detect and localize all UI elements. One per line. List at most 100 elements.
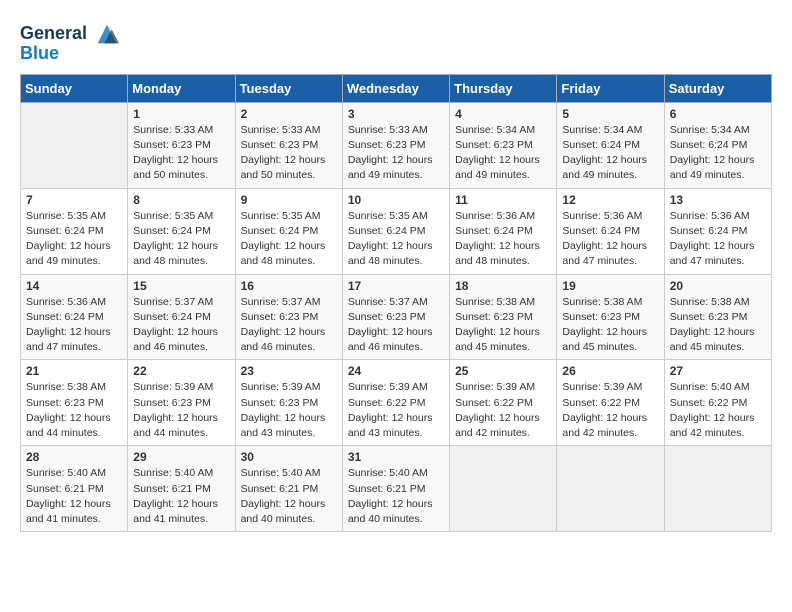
cell-content: Sunrise: 5:39 AM Sunset: 6:23 PM Dayligh… [241, 380, 337, 441]
calendar-cell: 10 Sunrise: 5:35 AM Sunset: 6:24 PM Dayli… [342, 188, 449, 274]
calendar-cell: 18Sunrise: 5:38 AM Sunset: 6:23 PM Dayli… [450, 274, 557, 360]
day-number: 25 [455, 364, 551, 378]
calendar-cell: 9 Sunrise: 5:35 AM Sunset: 6:24 PM Daylig… [235, 188, 342, 274]
calendar-cell [557, 446, 664, 532]
day-number: 26 [562, 364, 658, 378]
header-cell-friday: Friday [557, 74, 664, 102]
week-row-4: 21Sunrise: 5:38 AM Sunset: 6:23 PM Dayli… [21, 360, 772, 446]
day-number: 22 [133, 364, 229, 378]
calendar-table: SundayMondayTuesdayWednesdayThursdayFrid… [20, 74, 772, 532]
calendar-cell [450, 446, 557, 532]
cell-content: Sunrise: 5:40 AM Sunset: 6:21 PM Dayligh… [133, 466, 229, 527]
cell-content: Sunrise: 5:40 AM Sunset: 6:21 PM Dayligh… [348, 466, 444, 527]
logo-text: General [20, 24, 87, 44]
week-row-5: 28Sunrise: 5:40 AM Sunset: 6:21 PM Dayli… [21, 446, 772, 532]
cell-content: Sunrise: 5:36 AM Sunset: 6:24 PM Dayligh… [562, 209, 658, 270]
day-number: 5 [562, 107, 658, 121]
cell-content: Sunrise: 5:37 AM Sunset: 6:23 PM Dayligh… [241, 295, 337, 356]
calendar-cell: 2Sunrise: 5:33 AM Sunset: 6:23 PM Daylig… [235, 102, 342, 188]
cell-content: Sunrise: 5:40 AM Sunset: 6:22 PM Dayligh… [670, 380, 766, 441]
calendar-cell: 16 Sunrise: 5:37 AM Sunset: 6:23 PM Dayli… [235, 274, 342, 360]
cell-content: Sunrise: 5:35 AM Sunset: 6:24 PM Dayligh… [241, 209, 337, 270]
calendar-cell: 24Sunrise: 5:39 AM Sunset: 6:22 PM Dayli… [342, 360, 449, 446]
cell-content: Sunrise: 5:38 AM Sunset: 6:23 PM Dayligh… [26, 380, 122, 441]
cell-content: Sunrise: 5:39 AM Sunset: 6:22 PM Dayligh… [455, 380, 551, 441]
week-row-1: 1 Sunrise: 5:33 AM Sunset: 6:23 PM Daylig… [21, 102, 772, 188]
page-header: General Blue [20, 20, 772, 64]
header-cell-monday: Monday [128, 74, 235, 102]
day-number: 7 [26, 193, 122, 207]
day-number: 15 [133, 279, 229, 293]
calendar-cell: 14 Sunrise: 5:36 AM Sunset: 6:24 PM Dayli… [21, 274, 128, 360]
calendar-cell: 20 Sunrise: 5:38 AM Sunset: 6:23 PM Dayli… [664, 274, 771, 360]
cell-content: Sunrise: 5:39 AM Sunset: 6:23 PM Dayligh… [133, 380, 229, 441]
calendar-cell: 22 Sunrise: 5:39 AM Sunset: 6:23 PM Dayli… [128, 360, 235, 446]
day-number: 18 [455, 279, 551, 293]
header-cell-tuesday: Tuesday [235, 74, 342, 102]
cell-content: Sunrise: 5:35 AM Sunset: 6:24 PM Dayligh… [348, 209, 444, 270]
cell-content: Sunrise: 5:34 AM Sunset: 6:24 PM Dayligh… [670, 123, 766, 184]
header-cell-wednesday: Wednesday [342, 74, 449, 102]
calendar-cell: 30 Sunrise: 5:40 AM Sunset: 6:21 PM Dayli… [235, 446, 342, 532]
logo: General Blue [20, 20, 121, 64]
cell-content: Sunrise: 5:36 AM Sunset: 6:24 PM Dayligh… [26, 295, 122, 356]
calendar-cell: 7 Sunrise: 5:35 AM Sunset: 6:24 PM Daylig… [21, 188, 128, 274]
calendar-cell: 31 Sunrise: 5:40 AM Sunset: 6:21 PM Dayli… [342, 446, 449, 532]
day-number: 20 [670, 279, 766, 293]
cell-content: Sunrise: 5:38 AM Sunset: 6:23 PM Dayligh… [670, 295, 766, 356]
cell-content: Sunrise: 5:39 AM Sunset: 6:22 PM Dayligh… [348, 380, 444, 441]
day-number: 16 [241, 279, 337, 293]
header-cell-sunday: Sunday [21, 74, 128, 102]
header-cell-saturday: Saturday [664, 74, 771, 102]
day-number: 11 [455, 193, 551, 207]
calendar-cell: 19 Sunrise: 5:38 AM Sunset: 6:23 PM Dayli… [557, 274, 664, 360]
day-number: 23 [241, 364, 337, 378]
week-row-3: 14 Sunrise: 5:36 AM Sunset: 6:24 PM Dayli… [21, 274, 772, 360]
cell-content: Sunrise: 5:34 AM Sunset: 6:24 PM Dayligh… [562, 123, 658, 184]
day-number: 19 [562, 279, 658, 293]
cell-content: Sunrise: 5:33 AM Sunset: 6:23 PM Dayligh… [133, 123, 229, 184]
calendar-cell: 26 Sunrise: 5:39 AM Sunset: 6:22 PM Dayli… [557, 360, 664, 446]
day-number: 1 [133, 107, 229, 121]
day-number: 9 [241, 193, 337, 207]
calendar-cell: 15 Sunrise: 5:37 AM Sunset: 6:24 PM Dayli… [128, 274, 235, 360]
cell-content: Sunrise: 5:37 AM Sunset: 6:23 PM Dayligh… [348, 295, 444, 356]
logo-icon [93, 20, 121, 48]
calendar-cell: 3Sunrise: 5:33 AM Sunset: 6:23 PM Daylig… [342, 102, 449, 188]
cell-content: Sunrise: 5:36 AM Sunset: 6:24 PM Dayligh… [670, 209, 766, 270]
day-number: 8 [133, 193, 229, 207]
day-number: 17 [348, 279, 444, 293]
calendar-cell: 11Sunrise: 5:36 AM Sunset: 6:24 PM Dayli… [450, 188, 557, 274]
calendar-cell: 29Sunrise: 5:40 AM Sunset: 6:21 PM Dayli… [128, 446, 235, 532]
day-number: 10 [348, 193, 444, 207]
calendar-cell: 8 Sunrise: 5:35 AM Sunset: 6:24 PM Daylig… [128, 188, 235, 274]
calendar-cell: 17 Sunrise: 5:37 AM Sunset: 6:23 PM Dayli… [342, 274, 449, 360]
calendar-cell: 27 Sunrise: 5:40 AM Sunset: 6:22 PM Dayli… [664, 360, 771, 446]
day-number: 12 [562, 193, 658, 207]
cell-content: Sunrise: 5:39 AM Sunset: 6:22 PM Dayligh… [562, 380, 658, 441]
header-cell-thursday: Thursday [450, 74, 557, 102]
day-number: 31 [348, 450, 444, 464]
cell-content: Sunrise: 5:34 AM Sunset: 6:23 PM Dayligh… [455, 123, 551, 184]
calendar-cell: 12 Sunrise: 5:36 AM Sunset: 6:24 PM Dayli… [557, 188, 664, 274]
calendar-cell: 25 Sunrise: 5:39 AM Sunset: 6:22 PM Dayli… [450, 360, 557, 446]
week-row-2: 7 Sunrise: 5:35 AM Sunset: 6:24 PM Daylig… [21, 188, 772, 274]
calendar-cell: 1 Sunrise: 5:33 AM Sunset: 6:23 PM Daylig… [128, 102, 235, 188]
cell-content: Sunrise: 5:35 AM Sunset: 6:24 PM Dayligh… [133, 209, 229, 270]
calendar-cell [21, 102, 128, 188]
cell-content: Sunrise: 5:35 AM Sunset: 6:24 PM Dayligh… [26, 209, 122, 270]
cell-content: Sunrise: 5:37 AM Sunset: 6:24 PM Dayligh… [133, 295, 229, 356]
cell-content: Sunrise: 5:40 AM Sunset: 6:21 PM Dayligh… [26, 466, 122, 527]
day-number: 14 [26, 279, 122, 293]
day-number: 4 [455, 107, 551, 121]
calendar-cell: 28Sunrise: 5:40 AM Sunset: 6:21 PM Dayli… [21, 446, 128, 532]
header-row: SundayMondayTuesdayWednesdayThursdayFrid… [21, 74, 772, 102]
calendar-cell: 6Sunrise: 5:34 AM Sunset: 6:24 PM Daylig… [664, 102, 771, 188]
cell-content: Sunrise: 5:40 AM Sunset: 6:21 PM Dayligh… [241, 466, 337, 527]
day-number: 30 [241, 450, 337, 464]
day-number: 27 [670, 364, 766, 378]
cell-content: Sunrise: 5:38 AM Sunset: 6:23 PM Dayligh… [562, 295, 658, 356]
day-number: 3 [348, 107, 444, 121]
calendar-cell: 13Sunrise: 5:36 AM Sunset: 6:24 PM Dayli… [664, 188, 771, 274]
calendar-cell: 5 Sunrise: 5:34 AM Sunset: 6:24 PM Daylig… [557, 102, 664, 188]
